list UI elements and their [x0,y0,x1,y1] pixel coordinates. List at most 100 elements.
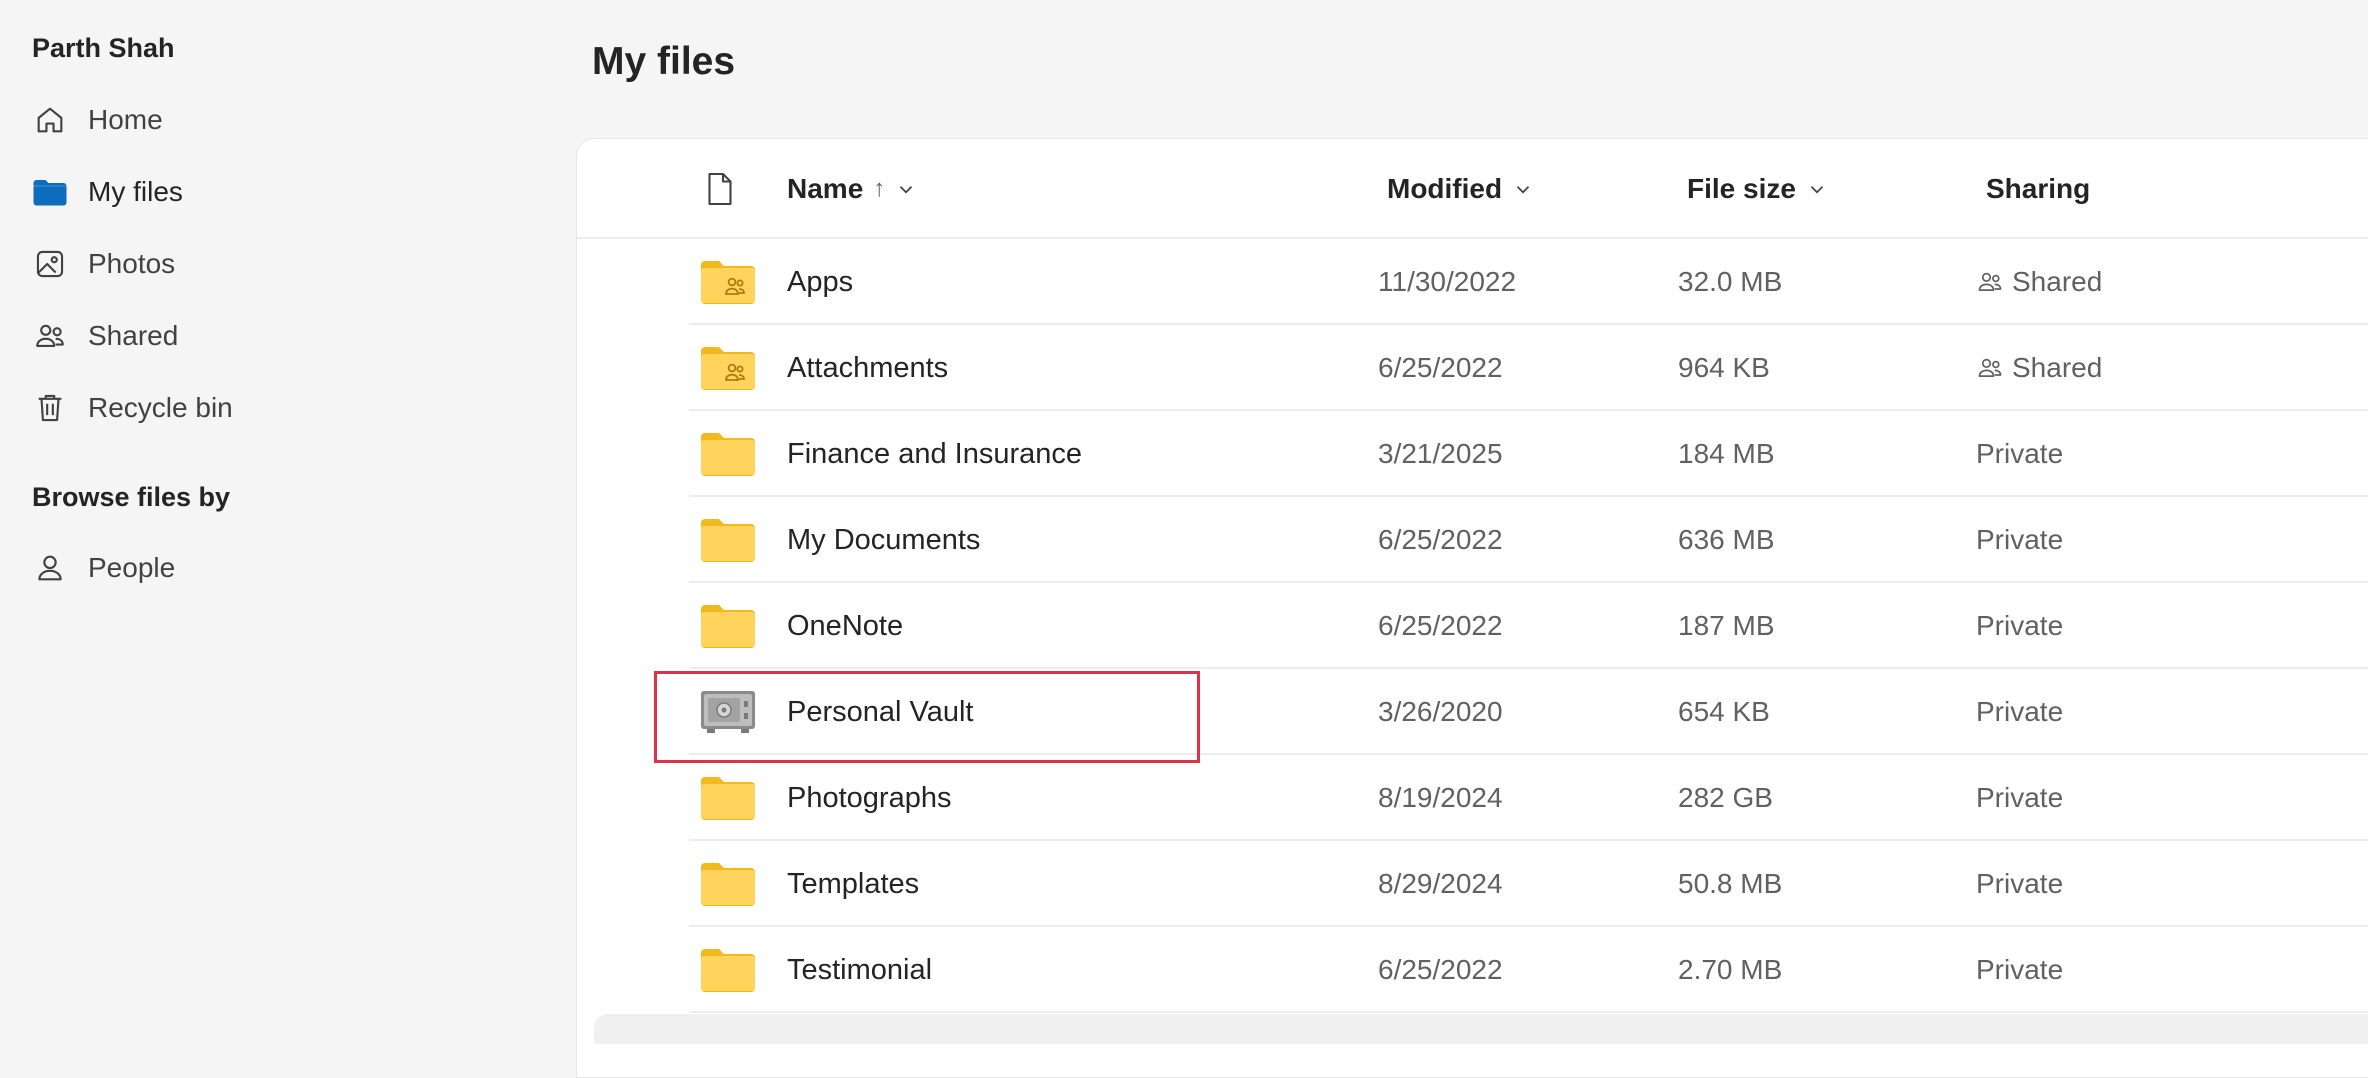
chevron-down-icon [1806,178,1828,200]
modified-date: 8/29/2024 [1378,868,1503,899]
table-row[interactable]: Testimonial 6/25/2022 2.70 MB Private [689,927,2368,1013]
sort-ascending-icon: ↑ [873,175,886,202]
file-size: 184 MB [1678,438,1775,469]
sharing-label: Shared [2012,266,2103,297]
folder-icon [699,517,757,563]
chevron-down-icon [1512,178,1534,200]
file-name[interactable]: My Documents [787,497,980,583]
file-size: 32.0 MB [1678,266,1783,297]
sharing-status: Private [1976,497,2063,583]
sharing-header-label: Sharing [1986,173,2091,204]
browse-files-by-heading: Browse files by [32,482,231,512]
sidebar-item-label: My files [88,176,183,207]
file-name[interactable]: Finance and Insurance [787,411,1082,497]
sidebar-item-home[interactable]: Home [32,90,163,150]
table-header: Name ↑ Modified File size Sharing [577,139,2368,239]
file-size: 636 MB [1678,524,1775,555]
people-icon [1976,354,2004,382]
file-name[interactable]: Templates [787,841,919,927]
file-name[interactable]: Testimonial [787,927,932,1013]
modified-date: 11/30/2022 [1378,266,1517,297]
sharing-column-header[interactable]: Sharing [1986,139,2090,239]
sharing-status: Private [1976,583,2063,669]
sharing-label: Private [1976,610,2064,641]
table-row[interactable]: Templates 8/29/2024 50.8 MB Private [689,841,2368,927]
modified-date: 6/25/2022 [1378,524,1503,555]
folder-icon [699,947,757,993]
people-icon [1976,268,2004,296]
sidebar-item-label: People [88,552,176,583]
sidebar: Parth Shah Home My files Photos Shared R… [0,0,560,1036]
shared-folder-icon [699,259,757,305]
modified-date: 6/25/2022 [1378,610,1503,641]
file-list-panel: Name ↑ Modified File size Sharing Apps 1… [576,138,2368,1078]
file-size: 187 MB [1678,610,1775,641]
highlight-box [654,671,1200,763]
file-size: 654 KB [1678,696,1770,727]
sharing-status: Private [1976,411,2063,497]
sidebar-item-label: Recycle bin [88,392,233,423]
chevron-down-icon [895,178,917,200]
file-size-column-header[interactable]: File size [1687,139,1828,239]
table-row[interactable]: Apps 11/30/2022 32.0 MB Shared [689,239,2368,325]
sharing-status: Shared [1976,239,2102,325]
modified-date: 3/21/2025 [1378,438,1503,469]
sharing-label: Private [1976,524,2064,555]
page-title: My files [592,40,736,83]
table-row[interactable]: Finance and Insurance 3/21/2025 184 MB Priv… [689,411,2368,497]
file-type-column-header[interactable] [705,139,735,239]
sharing-label: Private [1976,954,2064,985]
name-column-header[interactable]: Name ↑ [787,139,917,239]
file-size: 964 KB [1678,352,1770,383]
modified-header-label: Modified [1387,173,1503,204]
modified-date: 8/19/2024 [1378,782,1503,813]
folder-icon [699,431,757,477]
sidebar-item-people[interactable]: People [32,538,175,598]
sharing-label: Shared [2012,352,2103,383]
sidebar-item-label: Home [88,104,163,135]
person-icon [32,550,68,586]
sharing-status: Private [1976,841,2063,927]
file-name[interactable]: OneNote [787,583,903,669]
file-size: 50.8 MB [1678,868,1783,899]
sidebar-item-label: Photos [88,248,176,279]
sidebar-item-photos[interactable]: Photos [32,234,175,294]
sharing-label: Private [1976,868,2064,899]
sharing-label: Private [1976,782,2064,813]
file-name[interactable]: Apps [787,239,853,325]
sidebar-item-shared[interactable]: Shared [32,306,178,366]
folder-icon [699,775,757,821]
user-name: Parth Shah [32,33,175,63]
modified-date: 3/26/2020 [1378,696,1503,727]
folder-icon [32,174,68,210]
modified-column-header[interactable]: Modified [1387,139,1534,239]
trash-icon [32,390,68,426]
photo-icon [32,246,68,282]
home-icon [32,102,68,138]
modified-date: 6/25/2022 [1378,352,1503,383]
sharing-status: Private [1976,669,2063,755]
sharing-status: Private [1976,755,2063,841]
folder-icon [699,603,757,649]
people-icon [32,318,68,354]
table-row[interactable]: Photographs 8/19/2024 282 GB Private [689,755,2368,841]
sharing-label: Private [1976,696,2064,727]
shared-folder-icon [699,345,757,391]
sharing-label: Private [1976,438,2064,469]
table-row[interactable]: Attachments 6/25/2022 964 KB Shared [689,325,2368,411]
sidebar-item-recycle-bin[interactable]: Recycle bin [32,378,233,438]
modified-date: 6/25/2022 [1378,954,1503,985]
sidebar-item-my-files[interactable]: My files [32,162,183,222]
file-name[interactable]: Photographs [787,755,951,841]
name-header-label: Name [787,173,864,204]
sharing-status: Private [1976,927,2063,1013]
table-row[interactable]: OneNote 6/25/2022 187 MB Private [689,583,2368,669]
table-row[interactable]: My Documents 6/25/2022 636 MB Private [689,497,2368,583]
folder-icon [699,861,757,907]
file-size-header-label: File size [1687,173,1796,204]
file-size: 282 GB [1678,782,1773,813]
sidebar-item-label: Shared [88,320,179,351]
file-icon [705,171,735,207]
file-name[interactable]: Attachments [787,325,948,411]
sharing-status: Shared [1976,325,2102,411]
